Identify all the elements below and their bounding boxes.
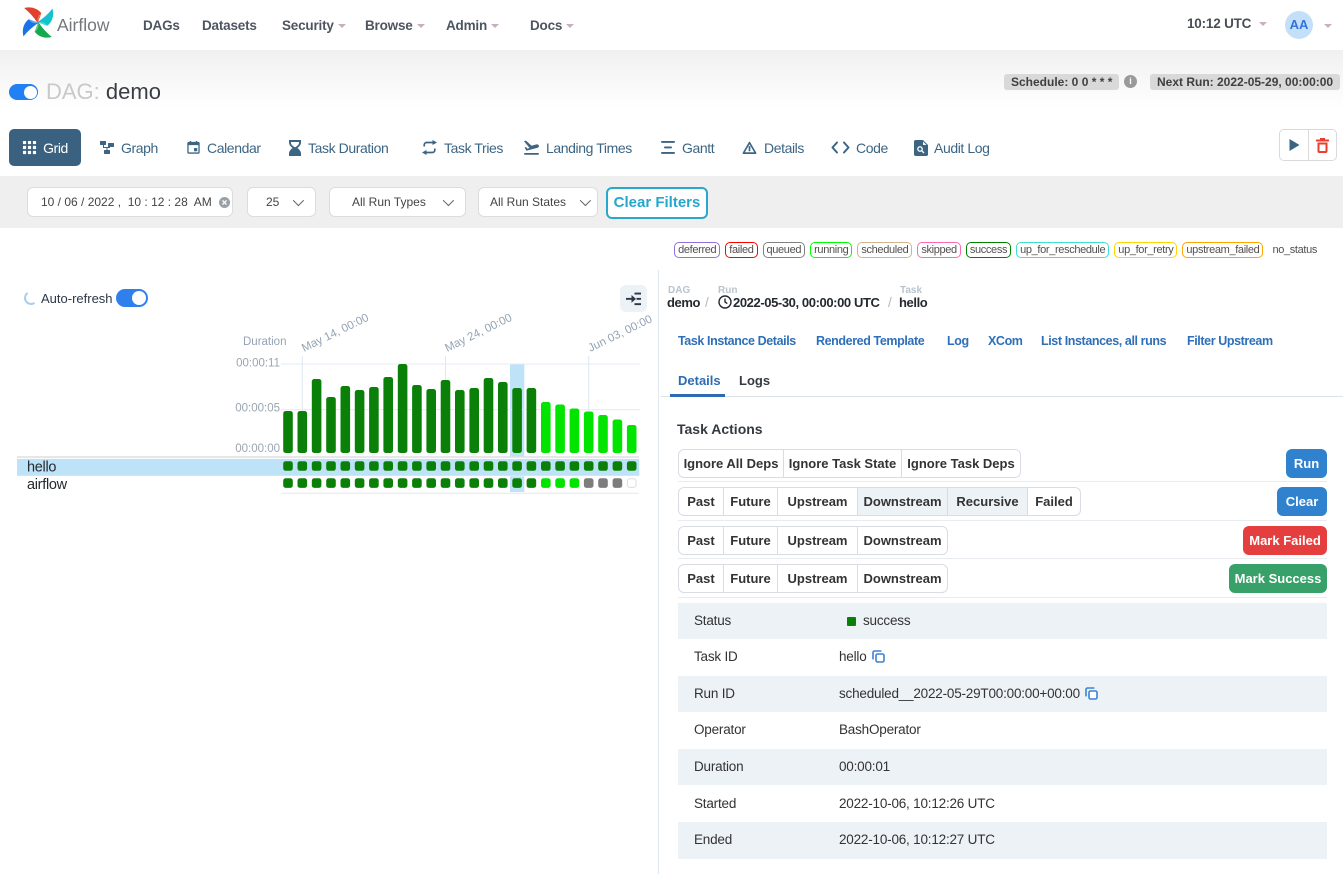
svg-text:Jun 03, 00:00: Jun 03, 00:00: [586, 313, 654, 354]
svg-text:airflow: airflow: [27, 477, 68, 493]
svg-text:00:00:11: 00:00:11: [236, 358, 280, 370]
svg-text:00:00:05: 00:00:05: [235, 403, 280, 415]
svg-text:00:00:00: 00:00:00: [235, 443, 280, 455]
svg-text:May 14, 00:00: May 14, 00:00: [300, 312, 371, 355]
svg-text:hello: hello: [27, 460, 56, 476]
svg-text:May 24, 00:00: May 24, 00:00: [443, 312, 514, 355]
svg-text:Duration: Duration: [243, 336, 286, 348]
